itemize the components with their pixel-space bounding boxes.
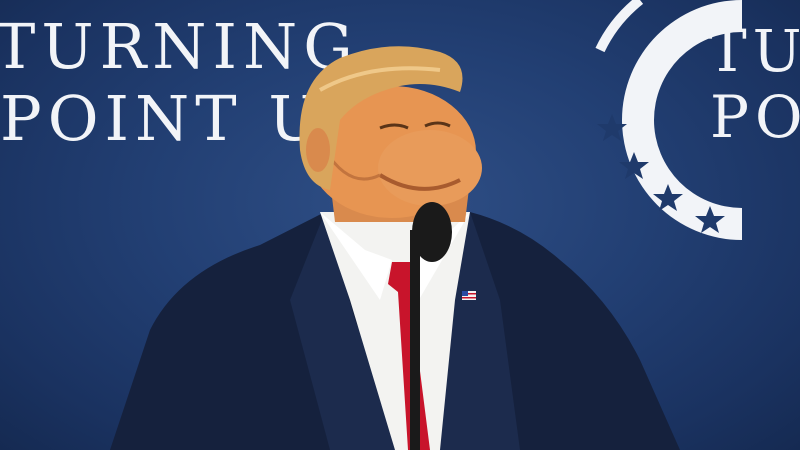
american-flag-pin-icon — [462, 291, 476, 300]
speaker-figure — [110, 46, 680, 450]
microphone — [412, 202, 452, 262]
microphone-stand — [410, 230, 420, 450]
event-stage-scene: TURNING POINT U TU PO — [0, 0, 800, 450]
